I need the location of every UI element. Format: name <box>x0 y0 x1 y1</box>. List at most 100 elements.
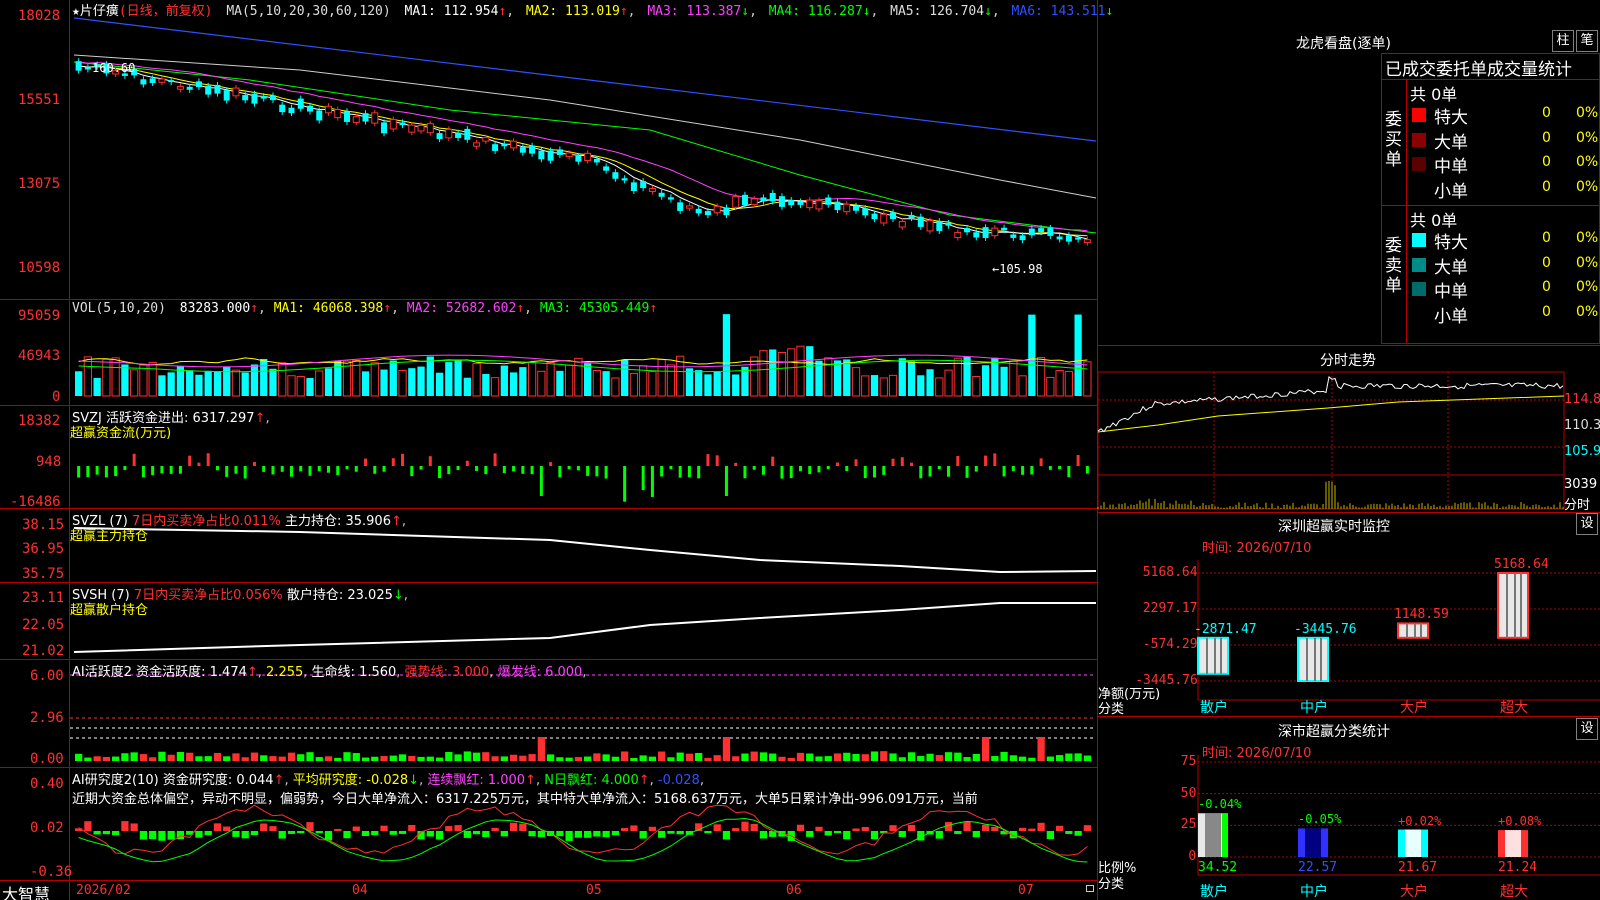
ai1-burst: 爆发线: 6.000 <box>497 665 583 680</box>
candle <box>344 111 351 122</box>
fund-flow-bar <box>974 466 978 472</box>
main-chart-svg <box>70 17 1097 863</box>
fund-flow-bar <box>428 456 432 466</box>
monitor-bar-2 <box>1397 622 1429 639</box>
x-axis-label-2: 04 <box>352 883 368 898</box>
ma3-value: MA3: 113.387 <box>647 4 742 19</box>
candle <box>667 197 674 200</box>
fund-flow-bar <box>104 466 108 478</box>
monitor-cat-0: 散户 <box>1200 700 1228 716</box>
fund-flow-bar <box>715 455 719 466</box>
volume-bar <box>574 357 583 397</box>
volume-bar <box>1018 375 1027 397</box>
candle <box>75 61 82 71</box>
research-bar <box>630 825 638 831</box>
kline-mode[interactable]: (日线，前复权) <box>119 4 213 19</box>
fund-flow-bar <box>743 466 747 479</box>
candle <box>529 145 536 154</box>
main-chart-area[interactable]: ★片仔癀(日线，前复权) MA(5,10,20,30,60,120) MA1: … <box>0 0 1113 900</box>
candle <box>723 207 730 216</box>
candle <box>501 144 508 147</box>
fund-flow-bar <box>188 455 192 466</box>
activity-bar <box>371 756 379 761</box>
fund-flow-bar <box>160 466 164 474</box>
activity-bar <box>472 752 481 761</box>
activity-bar <box>241 757 249 761</box>
candle <box>584 152 592 161</box>
candle <box>316 110 323 121</box>
fund-flow-bar <box>289 466 293 477</box>
fund-flow-bar <box>687 466 691 478</box>
fund-flow-bar <box>919 466 923 479</box>
fund-flow-bar <box>215 466 219 471</box>
candle <box>750 198 758 206</box>
volume-bar <box>851 367 861 397</box>
research-bar <box>833 831 842 834</box>
volume-bar <box>592 369 602 397</box>
activity-bar <box>880 751 888 761</box>
activity-bar <box>898 757 906 761</box>
volume-ma-line <box>78 354 1088 368</box>
ai2-label: AI研究度2(10) 资金研究度: 0.044 <box>72 773 274 788</box>
activity-bar <box>630 757 638 761</box>
fund-flow-bar <box>86 466 90 477</box>
activity-bar <box>121 753 129 761</box>
lock-icon[interactable] <box>1086 885 1094 892</box>
class-axis-1: 50 <box>1180 785 1197 801</box>
activity-bar <box>907 752 916 761</box>
candle <box>1010 234 1017 238</box>
class-cat-3: 超大 <box>1500 884 1528 900</box>
volume-bar <box>824 357 833 397</box>
volume-bar <box>713 371 721 396</box>
research-bar <box>250 831 259 836</box>
research-bar <box>935 831 943 839</box>
volume-bar <box>722 314 731 396</box>
candle <box>195 81 202 88</box>
research-bar <box>843 831 851 840</box>
ai2-streak: 连续飘红: 1.000 <box>427 773 526 788</box>
candle <box>677 202 684 211</box>
vol-axis-1: 95059 <box>18 308 61 324</box>
ai1-axis-2: 2.96 <box>30 710 64 726</box>
monitor-axis-1: 2297.17 <box>1142 601 1198 616</box>
candle <box>1075 237 1082 240</box>
research-bar <box>223 826 231 831</box>
ai1-axis-1: 6.00 <box>30 668 64 684</box>
fund-flow-bar <box>1076 454 1080 466</box>
fenshi-frame <box>1097 371 1565 510</box>
vol-axis-2: 46943 <box>18 348 61 364</box>
candle <box>936 221 943 231</box>
research-bar <box>491 827 499 831</box>
fund-flow-bar <box>530 466 534 475</box>
candle <box>760 197 767 202</box>
activity-bar <box>269 756 277 761</box>
ai1-strong: 强势线: 3.000 <box>404 665 490 680</box>
fund-flow-bar <box>882 466 886 475</box>
candle <box>1047 227 1054 236</box>
fund-flow-bar <box>169 466 173 474</box>
activity-bar <box>584 756 592 761</box>
kline-axis-1: 18028 <box>18 8 61 24</box>
activity-bar <box>787 757 795 761</box>
fund-flow-bar <box>391 458 395 466</box>
volume-bar <box>287 375 296 397</box>
activity-bar <box>713 755 721 761</box>
volume-bar <box>380 369 388 396</box>
fund-flow-bar <box>475 466 479 471</box>
volume-bar <box>158 375 166 396</box>
research-bar <box>1065 831 1073 834</box>
ai1-label: AI活跃度2 资金活跃度: 1.474 <box>72 665 247 680</box>
stock-title[interactable]: ★片仔癀 <box>72 4 119 19</box>
candle <box>871 213 878 220</box>
volume-bar <box>121 364 129 396</box>
fund-flow-bar <box>826 466 830 470</box>
volume-bar <box>500 365 508 396</box>
research-bar <box>611 831 620 836</box>
research-bar <box>713 824 721 831</box>
volume-bar <box>537 370 546 397</box>
candle <box>695 208 702 214</box>
volume-bar <box>269 368 277 396</box>
volume-bar <box>519 367 527 396</box>
candle <box>630 182 637 192</box>
candle <box>685 205 693 209</box>
